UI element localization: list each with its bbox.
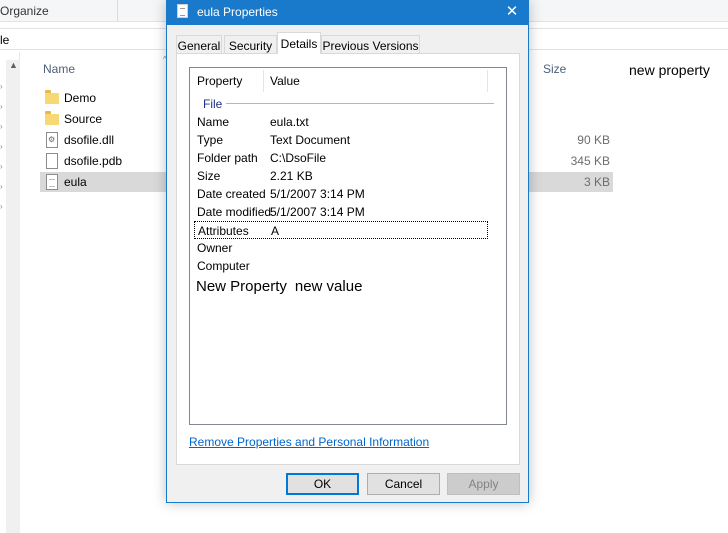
file-name: Source: [64, 112, 103, 126]
properties-dialog: eula Properties ✕ General Security Detai…: [166, 0, 529, 503]
dialog-title: eula Properties: [197, 5, 278, 19]
property-value: A: [271, 224, 280, 238]
column-divider[interactable]: [263, 70, 264, 92]
group-header-file[interactable]: File: [203, 97, 222, 111]
properties-list[interactable]: Property Value File Name eula.txt Type T…: [189, 67, 507, 425]
file-name: Demo: [64, 91, 97, 105]
property-row[interactable]: Size 2.21 KB: [194, 167, 488, 185]
file-name: eula: [64, 175, 87, 189]
expand-arrow-icon[interactable]: ›: [0, 182, 3, 191]
property-row[interactable]: Date created 5/1/2007 3:14 PM: [194, 185, 488, 203]
property-value: Text Document: [270, 133, 351, 147]
property-name: Date modified: [197, 205, 272, 219]
property-row[interactable]: Owner: [194, 239, 488, 257]
cancel-button[interactable]: Cancel: [367, 473, 440, 495]
file-name: dsofile.dll: [64, 133, 115, 147]
expand-arrow-icon[interactable]: ›: [0, 102, 3, 111]
navigation-pane: ▲ › › › › › › ›: [0, 52, 20, 533]
group-divider: [226, 103, 494, 104]
new-property-row[interactable]: New Property new value: [196, 278, 370, 295]
property-row[interactable]: Date modified 5/1/2007 3:14 PM: [194, 203, 488, 221]
property-value: 2.21 KB: [270, 169, 313, 183]
column-header-size[interactable]: Size: [543, 62, 566, 76]
ok-button[interactable]: OK: [286, 473, 359, 495]
nav-scrollbar[interactable]: [6, 60, 20, 533]
property-name: Folder path: [197, 151, 258, 165]
column-divider[interactable]: [487, 70, 488, 92]
property-value: 5/1/2007 3:14 PM: [270, 187, 365, 201]
property-name: Attributes: [198, 224, 249, 238]
property-row[interactable]: Type Text Document: [194, 131, 488, 149]
folder-icon: [45, 111, 59, 127]
folder-icon: [45, 90, 59, 106]
text-file-icon: [177, 4, 188, 18]
property-name: Type: [197, 133, 224, 147]
column-header-name[interactable]: Name: [43, 62, 75, 76]
property-value: 5/1/2007 3:14 PM: [270, 205, 365, 219]
text-file-icon: [45, 174, 59, 190]
document-icon: [45, 153, 59, 169]
tab-previous-versions[interactable]: Previous Versions: [321, 35, 420, 54]
property-value: eula.txt: [270, 115, 309, 129]
remove-properties-link[interactable]: Remove Properties and Personal Informati…: [189, 435, 429, 449]
close-icon[interactable]: ✕: [496, 1, 528, 25]
file-size: 3 KB: [583, 175, 610, 189]
organize-menu[interactable]: Organize: [0, 4, 49, 18]
details-tab-panel: Property Value File Name eula.txt Type T…: [176, 53, 520, 465]
address-text: le: [0, 33, 10, 47]
tab-security[interactable]: Security: [224, 35, 277, 54]
property-name: Computer: [197, 259, 250, 273]
new-property-value: new value: [294, 278, 363, 295]
property-row[interactable]: Computer: [194, 257, 488, 275]
column-header-property[interactable]: Property: [197, 74, 242, 88]
property-row[interactable]: Folder path C:\DsoFile: [194, 149, 488, 167]
tab-general[interactable]: General: [176, 35, 222, 54]
toolbar-divider: [117, 0, 118, 22]
dialog-titlebar[interactable]: eula Properties ✕: [167, 1, 528, 25]
property-row[interactable]: Name eula.txt: [194, 113, 488, 131]
column-header-value[interactable]: Value: [270, 74, 300, 88]
expand-arrow-icon[interactable]: ›: [0, 142, 3, 151]
property-value: C:\DsoFile: [270, 151, 327, 165]
expand-arrow-icon[interactable]: ›: [0, 122, 3, 131]
expand-arrow-icon[interactable]: ›: [0, 202, 3, 211]
expand-arrow-icon[interactable]: ›: [0, 162, 3, 171]
file-size: 90 KB: [577, 133, 610, 147]
property-name: Name: [197, 115, 230, 129]
apply-button[interactable]: Apply: [447, 473, 520, 495]
property-name: Date created: [197, 187, 266, 201]
list-header: Property Value: [190, 68, 506, 92]
file-size: 345 KB: [570, 154, 610, 168]
column-header-new-property[interactable]: new property: [629, 62, 710, 78]
tab-details[interactable]: Details: [277, 32, 321, 54]
property-row-focused[interactable]: Attributes A: [194, 221, 488, 239]
expand-arrow-icon[interactable]: ›: [0, 82, 3, 91]
property-name: Size: [197, 169, 221, 183]
new-property-name: New Property: [196, 278, 287, 295]
property-name: Owner: [197, 241, 233, 255]
file-name: dsofile.pdb: [64, 154, 123, 168]
scroll-up-arrow-icon[interactable]: ▲: [9, 60, 18, 70]
dll-file-icon: [45, 132, 59, 148]
